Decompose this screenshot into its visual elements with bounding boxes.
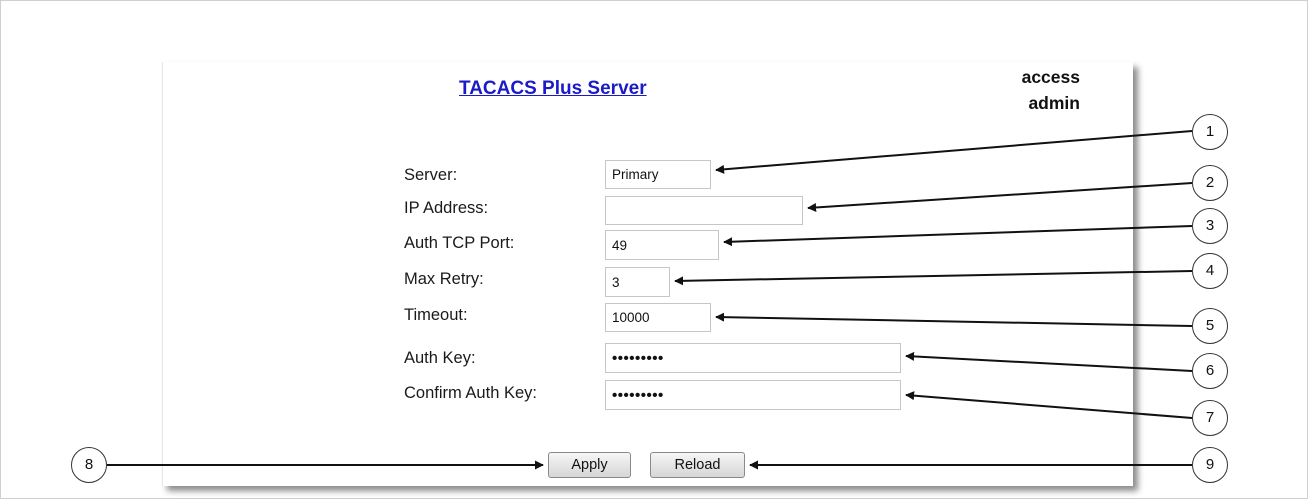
callout-7: 7: [1192, 400, 1228, 436]
callout-arrows: [107, 130, 1193, 470]
callout-6-arrow: [905, 351, 1193, 372]
callout-8: 8: [71, 447, 107, 483]
callout-2: 2: [1192, 165, 1228, 201]
callout-6: 6: [1192, 353, 1228, 389]
callout-1-arrow: [715, 130, 1193, 174]
callout-3: 3: [1192, 208, 1228, 244]
callout-2-arrow: [807, 182, 1193, 212]
callout-5-arrow: [715, 312, 1193, 327]
callout-4-arrow: [674, 270, 1193, 286]
callout-5: 5: [1192, 308, 1228, 344]
callout-1: 1: [1192, 114, 1228, 150]
callout-7-arrow: [905, 391, 1193, 419]
callout-9: 9: [1192, 447, 1228, 483]
callout-3-arrow: [723, 225, 1193, 247]
callout-4: 4: [1192, 253, 1228, 289]
